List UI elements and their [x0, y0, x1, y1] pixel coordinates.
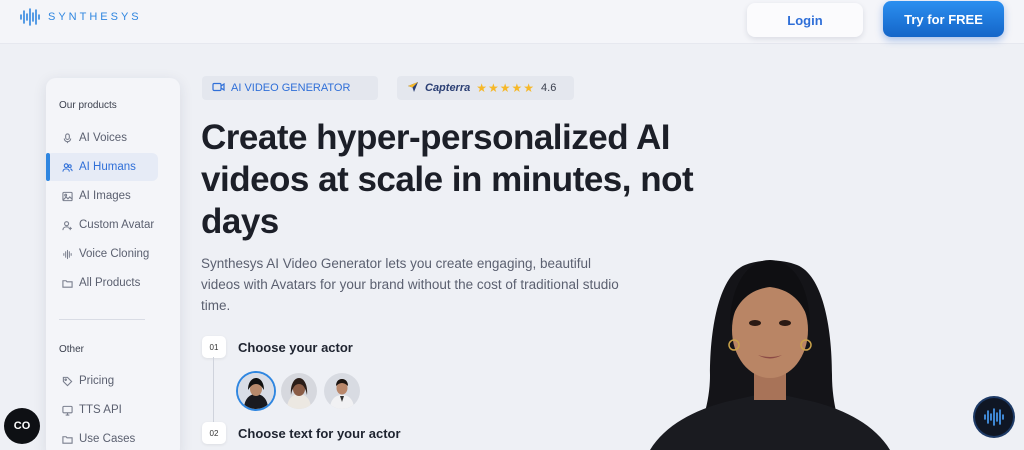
sidebar-section-products: Our products [59, 100, 117, 111]
sidebar-item-ai-voices[interactable]: AI Voices [46, 124, 158, 152]
hero-headline: Create hyper-personalized AI videos at s… [201, 118, 694, 241]
sidebar-item-ai-images[interactable]: AI Images [46, 182, 158, 210]
sidebar-divider [59, 319, 145, 320]
sidebar-item-label: AI Humans [79, 161, 136, 173]
sidebar-item-label: TTS API [79, 404, 122, 416]
sidebar-item-label: AI Voices [79, 132, 127, 144]
monitor-icon [62, 405, 73, 416]
step-number: 02 [202, 422, 226, 444]
actor-thumbnail[interactable] [324, 373, 360, 409]
waveform-icon [62, 249, 73, 260]
badge-label: AI VIDEO GENERATOR [231, 82, 351, 94]
video-camera-icon [212, 82, 225, 95]
actor-thumbnail[interactable] [238, 373, 274, 409]
brand-name: SYNTHESYS [48, 11, 142, 23]
sidebar-item-label: AI Images [79, 190, 131, 202]
top-navigation-bar: SYNTHESYS Login Try for FREE [0, 0, 1024, 44]
sidebar-section-other: Other [59, 344, 85, 355]
sidebar-item-tts-api[interactable]: TTS API [46, 396, 158, 424]
folder-icon [62, 278, 73, 289]
waveform-logo-icon [20, 8, 40, 26]
sidebar-item-ai-humans[interactable]: AI Humans [46, 153, 158, 181]
step-title: Choose text for your actor [238, 426, 401, 441]
sidebar-item-all-products[interactable]: All Products [46, 269, 158, 297]
ai-video-generator-badge: AI VIDEO GENERATOR [202, 76, 378, 100]
star-rating-icon: ★★★★★ [476, 81, 536, 95]
login-button[interactable]: Login [747, 3, 863, 37]
rating-value: 4.6 [541, 82, 557, 94]
step-title: Choose your actor [238, 340, 353, 355]
sidebar-item-pricing[interactable]: Pricing [46, 367, 158, 395]
audio-widget-button[interactable] [975, 398, 1013, 436]
capterra-name: Capterra [425, 82, 471, 94]
sidebar-item-label: Voice Cloning [79, 248, 150, 260]
sidebar-item-label: Use Cases [79, 433, 136, 445]
ai-avatar-presenter-image [650, 225, 890, 450]
hero-description: Synthesys AI Video Generator lets you cr… [201, 256, 619, 313]
tag-icon [62, 376, 73, 387]
capterra-logo-icon [407, 81, 419, 96]
sidebar-item-label: Custom Avatar [79, 219, 155, 231]
step-number: 01 [202, 336, 226, 358]
sidebar-item-voice-cloning[interactable]: Voice Cloning [46, 240, 158, 268]
mic-icon [62, 132, 73, 144]
synthesys-logo[interactable]: SYNTHESYS [20, 8, 142, 26]
user-plus-icon [62, 220, 73, 231]
capterra-rating-badge[interactable]: Capterra ★★★★★ 4.6 [397, 76, 574, 100]
sidebar-item-custom-avatar[interactable]: Custom Avatar [46, 211, 158, 239]
step-connector [213, 357, 214, 427]
waveform-icon [984, 408, 1004, 426]
image-icon [62, 191, 73, 202]
folder-icon [62, 434, 73, 445]
actor-thumbnail[interactable] [281, 373, 317, 409]
sidebar-item-use-cases[interactable]: Use Cases [46, 425, 158, 450]
users-icon [62, 162, 73, 173]
chat-widget-button[interactable]: CO [4, 408, 40, 444]
sidebar-item-label: All Products [79, 277, 141, 289]
sidebar-item-label: Pricing [79, 375, 115, 387]
try-for-free-button[interactable]: Try for FREE [883, 1, 1004, 37]
products-sidebar: Our products AI Voices AI Humans AI Imag… [46, 78, 180, 450]
